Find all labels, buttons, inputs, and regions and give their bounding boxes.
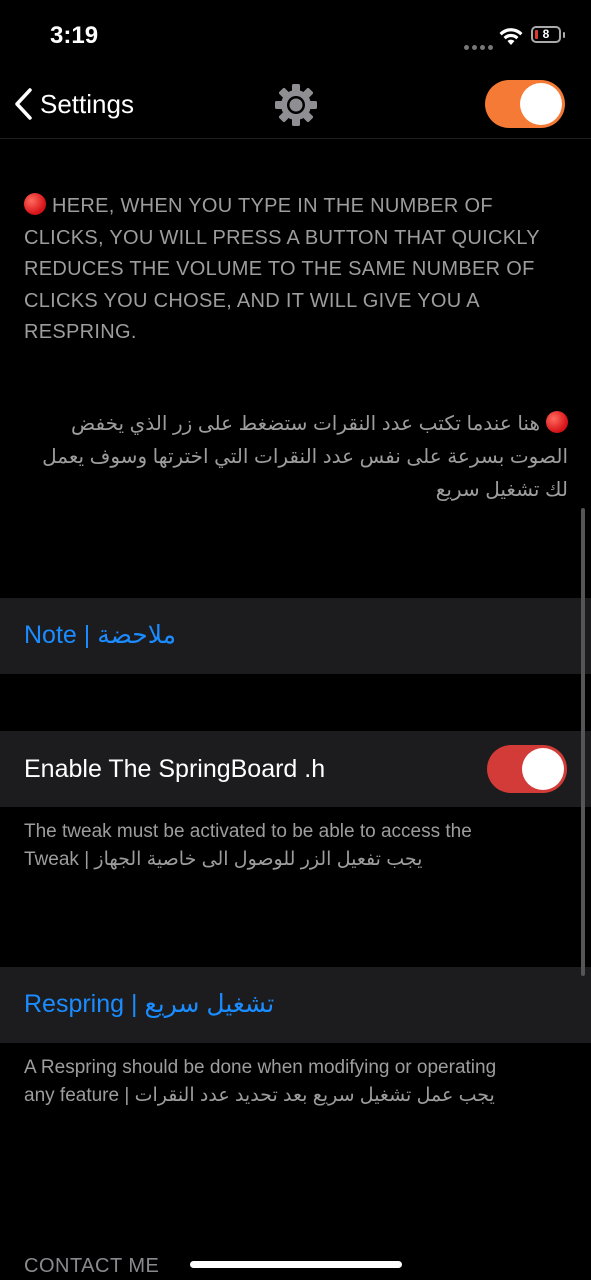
note-link[interactable]: Note | ملاحضة (24, 620, 176, 650)
respring-cell[interactable]: Respring | تشغيل سريع (0, 967, 591, 1043)
enable-springboard-label: Enable The SpringBoard .h (24, 755, 326, 783)
back-button[interactable]: Settings (12, 84, 134, 124)
toggle-knob (520, 83, 562, 125)
status-bar: 3:19 8 (0, 0, 591, 70)
description-arabic: هنا عندما تكتب عدد النقرات ستضغط على زر … (24, 408, 568, 507)
chevron-left-icon (15, 88, 32, 120)
contact-section-header: CONTACT ME (24, 1255, 160, 1277)
home-indicator[interactable] (190, 1261, 402, 1268)
scrollbar[interactable] (581, 508, 585, 976)
status-time: 3:19 (50, 22, 99, 49)
signal-dots-icon (464, 37, 496, 55)
back-label: Settings (40, 88, 134, 119)
respring-footer-line1: A Respring should be done when modifying… (24, 1057, 497, 1078)
enable-footer: The tweak must be activated to be able t… (24, 818, 574, 874)
master-toggle[interactable] (485, 80, 565, 128)
battery-level: 8 (542, 27, 550, 41)
description-arabic-text: هنا عندما تكتب عدد النقرات ستضغط على زر … (42, 413, 568, 501)
battery-icon: 8 (531, 26, 561, 43)
respring-link[interactable]: Respring | تشغيل سريع (24, 989, 274, 1019)
description-english: HERE, WHEN YOU TYPE IN THE NUMBER OF CLI… (24, 191, 568, 349)
wifi-icon (499, 28, 523, 45)
battery-cap (563, 32, 565, 38)
enable-footer-line1: The tweak must be activated to be able t… (24, 821, 472, 842)
red-circle-icon (24, 193, 46, 215)
description-english-text: HERE, WHEN YOU TYPE IN THE NUMBER OF CLI… (24, 195, 540, 343)
navigation-bar: Settings (0, 70, 591, 139)
toggle-knob (522, 748, 564, 790)
respring-footer-line2: any feature | يجب عمل تشغيل سريع بعد تحد… (24, 1085, 495, 1106)
gear-icon (275, 84, 317, 126)
note-cell[interactable]: Note | ملاحضة (0, 598, 591, 674)
enable-springboard-cell: Enable The SpringBoard .h (0, 731, 591, 807)
enable-springboard-toggle[interactable] (487, 745, 567, 793)
respring-footer: A Respring should be done when modifying… (24, 1054, 574, 1110)
red-circle-icon (546, 411, 568, 433)
enable-footer-line2: Tweak | يجب تفعيل الزر للوصول الى خاصية … (24, 849, 423, 870)
